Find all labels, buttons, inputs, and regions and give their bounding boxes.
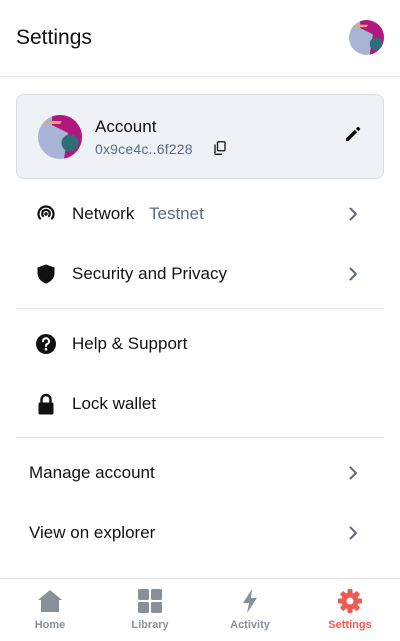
help-support-label: Help & Support (72, 334, 188, 353)
tab-settings[interactable]: Settings (300, 579, 400, 641)
tab-label: Library (131, 619, 169, 631)
account-card[interactable]: Account 0x9ce4c..6f228 (16, 94, 384, 179)
network-value: Testnet (149, 204, 204, 223)
tab-label: Activity (230, 619, 270, 631)
chevron-right-icon (349, 466, 357, 480)
copy-icon[interactable] (214, 141, 226, 155)
account-avatar (38, 115, 82, 159)
tab-label: Home (34, 619, 66, 631)
home-icon (38, 590, 62, 612)
section-divider (16, 437, 384, 438)
network-label: Network (72, 204, 135, 223)
network-signal-icon (37, 205, 55, 220)
section-divider (16, 308, 384, 309)
question-circle-icon (36, 334, 56, 354)
view-on-explorer-label: View on explorer (29, 523, 156, 542)
chevron-right-icon (349, 526, 357, 540)
view-on-explorer-row[interactable]: View on explorer (16, 504, 384, 562)
tab-label: Settings (328, 619, 372, 631)
security-privacy-row[interactable]: Security and Privacy (16, 245, 384, 303)
bottom-tab-bar: Home Library Activity Settings (0, 578, 400, 641)
chevron-right-icon (349, 207, 357, 221)
edit-pencil-icon[interactable] (344, 125, 362, 143)
account-name: Account (95, 117, 157, 136)
security-privacy-label: Security and Privacy (72, 264, 227, 283)
account-address: 0x9ce4c..6f228 (95, 141, 193, 157)
grid-icon (138, 589, 162, 613)
gear-icon (338, 589, 362, 613)
manage-account-label: Manage account (29, 463, 155, 482)
lock-icon (38, 393, 54, 415)
tab-library[interactable]: Library (100, 579, 200, 641)
tab-activity[interactable]: Activity (200, 579, 300, 641)
network-row[interactable]: Network Testnet (16, 185, 384, 243)
lock-wallet-row[interactable]: Lock wallet (16, 375, 384, 433)
top-bar: Settings (0, 0, 400, 77)
help-support-row[interactable]: Help & Support (16, 315, 384, 373)
page-title: Settings (16, 26, 92, 49)
tab-home[interactable]: Home (0, 579, 100, 641)
manage-account-row[interactable]: Manage account (16, 444, 384, 502)
lightning-icon (243, 589, 257, 613)
chevron-right-icon (349, 267, 357, 281)
header-avatar[interactable] (349, 20, 384, 55)
lock-wallet-label: Lock wallet (72, 394, 157, 413)
shield-icon (37, 264, 55, 284)
